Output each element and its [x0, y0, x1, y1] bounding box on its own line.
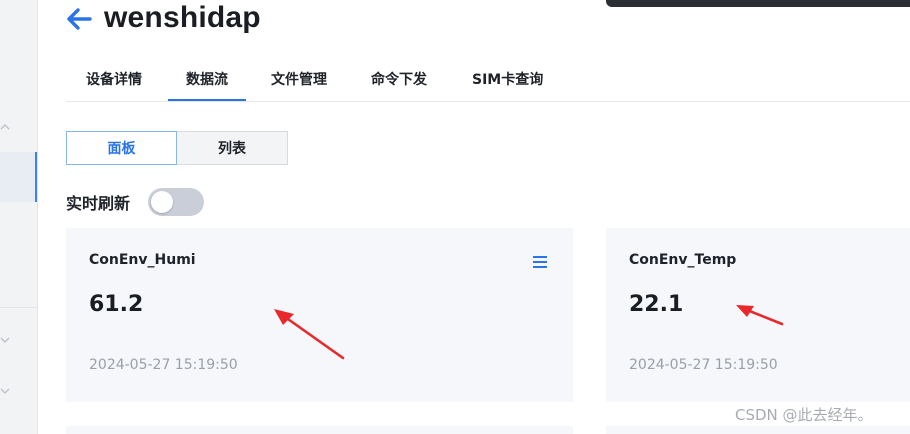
datastream-name: ConEnv_Humi: [89, 252, 196, 268]
sidebar-divider: [0, 307, 37, 308]
datastream-value: 22.1: [629, 292, 684, 317]
datastream-timestamp: 2024-05-27 15:19:50: [89, 357, 238, 373]
tab-command-send[interactable]: 命令下发: [371, 70, 427, 100]
back-arrow-icon[interactable]: [64, 5, 94, 33]
datastream-card-partial[interactable]: [606, 426, 910, 434]
realtime-refresh-label: 实时刷新: [66, 194, 131, 213]
switch-knob: [151, 191, 173, 213]
tab-data-stream[interactable]: 数据流: [168, 70, 246, 101]
datastream-value: 61.2: [89, 292, 144, 317]
sidebar: [0, 0, 38, 434]
tab-bar: 设备详情 数据流 文件管理 命令下发 SIM卡查询: [66, 70, 910, 102]
tab-device-details[interactable]: 设备详情: [86, 70, 142, 100]
sidebar-item-selected[interactable]: [0, 152, 37, 202]
tab-file-management[interactable]: 文件管理: [271, 70, 327, 100]
annotation-arrow-icon: [274, 309, 345, 360]
view-toggle: 面板 列表: [66, 131, 288, 166]
datastream-name: ConEnv_Temp: [629, 252, 737, 268]
list-view-button[interactable]: 列表: [177, 131, 288, 165]
overlay-window-edge: [606, 0, 910, 7]
chevron-down-icon[interactable]: [0, 335, 10, 345]
chevron-down-icon[interactable]: [0, 386, 10, 396]
page-title: wenshidap: [104, 1, 261, 34]
chevron-up-icon[interactable]: [0, 122, 10, 132]
watermark: CSDN @此去经年。: [735, 406, 873, 424]
datastream-timestamp: 2024-05-27 15:19:50: [629, 357, 778, 373]
datastream-card-partial[interactable]: [66, 426, 573, 434]
annotation-arrow-icon: [736, 305, 784, 326]
realtime-refresh-switch[interactable]: [148, 188, 204, 216]
tab-sim-query[interactable]: SIM卡查询: [472, 70, 543, 100]
panel-view-button[interactable]: 面板: [66, 131, 177, 165]
menu-icon[interactable]: [533, 255, 547, 269]
